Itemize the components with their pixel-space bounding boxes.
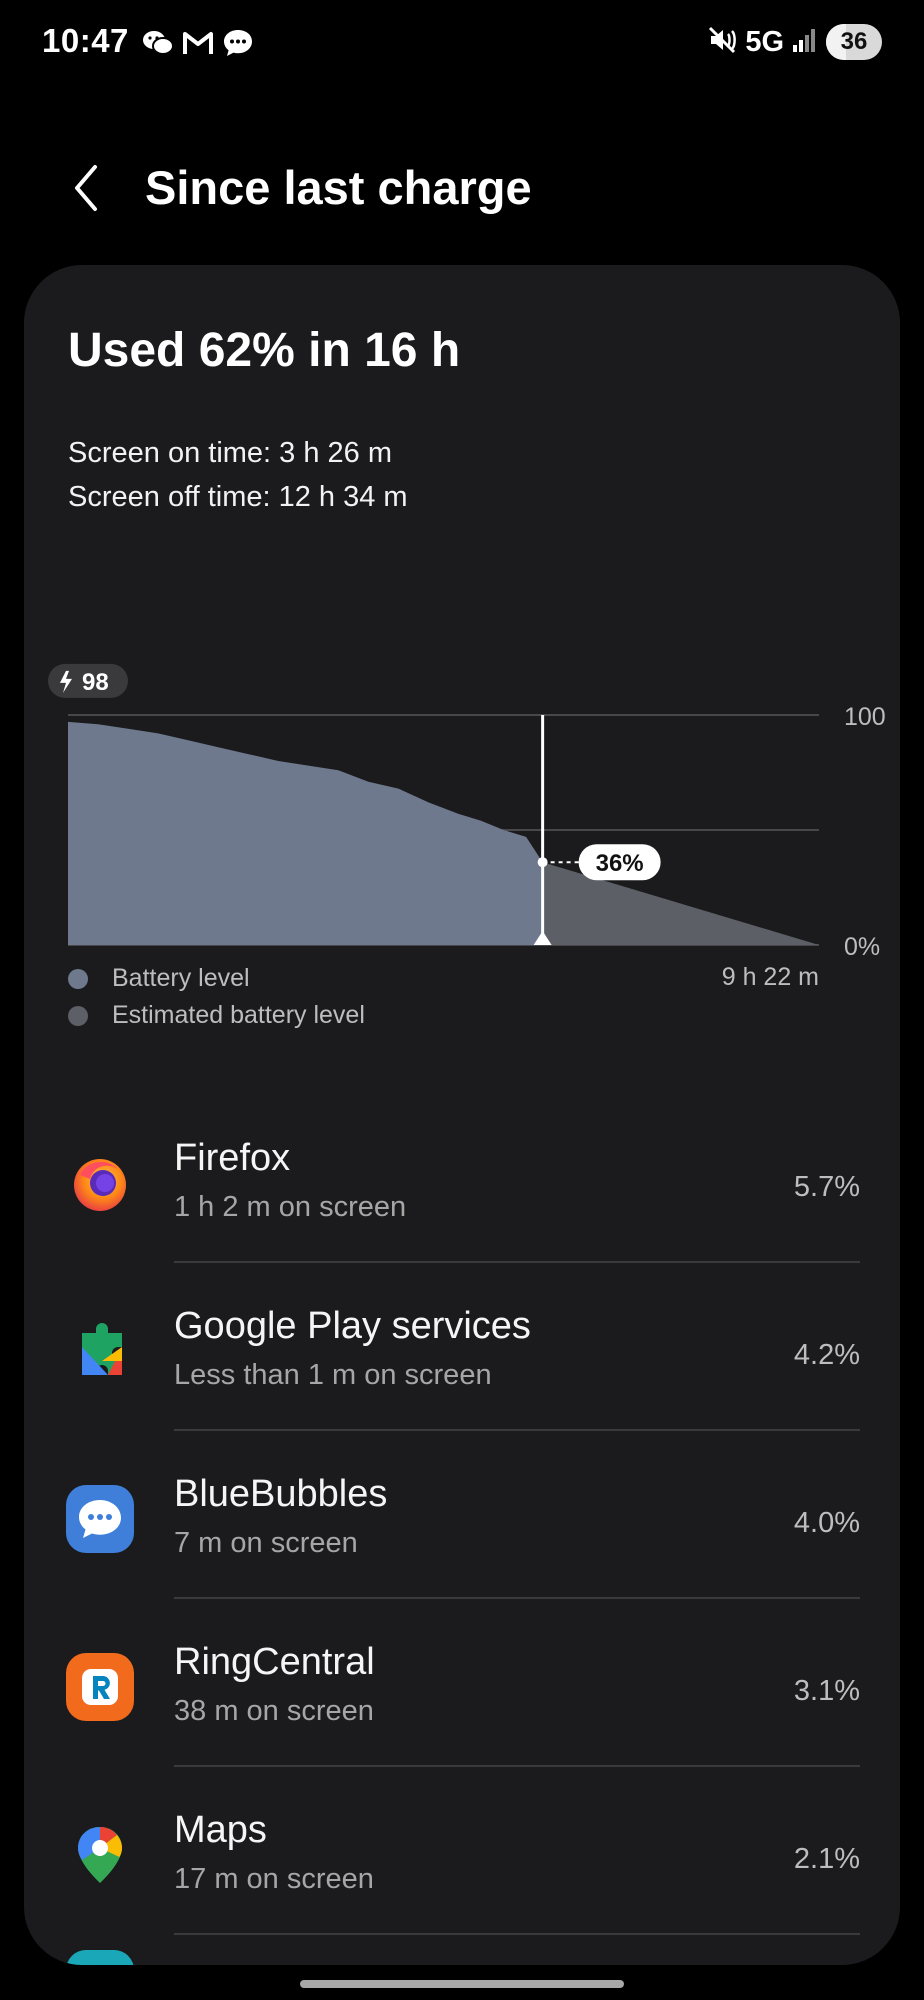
app-screen-time: 7 m on screen <box>174 1527 358 1559</box>
app-name: Firefox <box>174 1137 291 1179</box>
chart-y-label-bottom: 0% <box>844 933 880 961</box>
wechat-icon <box>142 27 174 59</box>
gmail-icon <box>182 27 214 59</box>
app-battery-percent: 5.7% <box>793 1171 860 1203</box>
signal-icon <box>792 27 818 58</box>
app-name: RingCentral <box>174 1641 375 1683</box>
messages-icon <box>222 27 254 59</box>
app-row-google-play-services[interactable]: Google Play services Less than 1 m on sc… <box>24 1263 900 1431</box>
page-title: Since last charge <box>145 161 532 214</box>
network-type: 5G <box>745 25 784 58</box>
app-name: Google Play services <box>174 1305 531 1347</box>
mute-vibrate-icon <box>707 25 737 60</box>
legend-dot <box>68 1005 88 1026</box>
battery-indicator: 36 <box>826 24 882 60</box>
app-row-maps[interactable]: Maps 17 m on screen 2.1% <box>24 1767 900 1935</box>
app-screen-time: 1 h 2 m on screen <box>174 1191 407 1223</box>
usage-summary-title: Used 62% in 16 h <box>68 324 461 377</box>
screen-on-time: Screen on time: 3 h 26 m <box>68 437 392 469</box>
app-screen-time: 17 m on screen <box>174 1863 374 1895</box>
legend-label: Battery level <box>112 964 250 992</box>
status-bar: 10:47 5G 36 <box>0 0 924 88</box>
bluebubbles-icon <box>66 1485 134 1553</box>
app-row-bluebubbles[interactable]: BlueBubbles 7 m on screen 4.0% <box>24 1431 900 1599</box>
chevron-left-icon <box>75 165 97 211</box>
divider <box>174 1933 860 1935</box>
status-time: 10:47 <box>42 22 129 59</box>
app-screen-time: Less than 1 m on screen <box>174 1359 492 1391</box>
home-indicator[interactable] <box>300 1980 624 1988</box>
app-battery-percent: 2.1% <box>793 1843 860 1875</box>
notification-icons <box>142 27 254 59</box>
chart-x-end-label: 9 h 22 m <box>722 963 819 991</box>
app-battery-percent: 3.1% <box>793 1675 860 1707</box>
app-row-ringcentral[interactable]: RingCentral 38 m on screen 3.1% <box>24 1599 900 1767</box>
chart-y-label-top: 100 <box>844 703 886 731</box>
app-battery-percent: 4.0% <box>793 1507 860 1539</box>
maps-icon <box>66 1821 134 1889</box>
app-screen-time: 38 m on screen <box>174 1695 374 1727</box>
app-name: BlueBubbles <box>174 1473 388 1515</box>
chart-marker-label: 36% <box>596 850 644 877</box>
chart-marker-point <box>537 857 548 868</box>
legend-item-estimated-battery-level: Estimated battery level <box>68 997 365 1034</box>
app-battery-percent: 4.2% <box>793 1339 860 1371</box>
page-header: Since last charge <box>0 150 924 230</box>
legend-dot <box>68 968 88 989</box>
google-play-services-icon <box>66 1317 134 1385</box>
back-button[interactable] <box>58 158 114 218</box>
app-name: Maps <box>174 1809 267 1851</box>
screen-off-time: Screen off time: 12 h 34 m <box>68 481 408 513</box>
legend-label: Estimated battery level <box>112 1001 365 1029</box>
firefox-icon <box>66 1149 134 1217</box>
charge-badge-label: 98 <box>82 669 109 696</box>
app-icon-partial <box>66 1950 134 1965</box>
battery-percent: 36 <box>840 28 868 55</box>
chart-legend: Battery level Estimated battery level <box>68 960 365 1034</box>
battery-usage-card: Used 62% in 16 h Screen on time: 3 h 26 … <box>24 265 900 1965</box>
ringcentral-icon <box>66 1653 134 1721</box>
app-usage-list: Firefox 1 h 2 m on screen 5.7% Google Pl… <box>24 1095 900 1935</box>
app-row-firefox[interactable]: Firefox 1 h 2 m on screen 5.7% <box>24 1095 900 1263</box>
chart-area-battery-level <box>68 721 543 945</box>
status-right: 5G 36 <box>707 24 882 60</box>
legend-item-battery-level: Battery level <box>68 960 365 997</box>
